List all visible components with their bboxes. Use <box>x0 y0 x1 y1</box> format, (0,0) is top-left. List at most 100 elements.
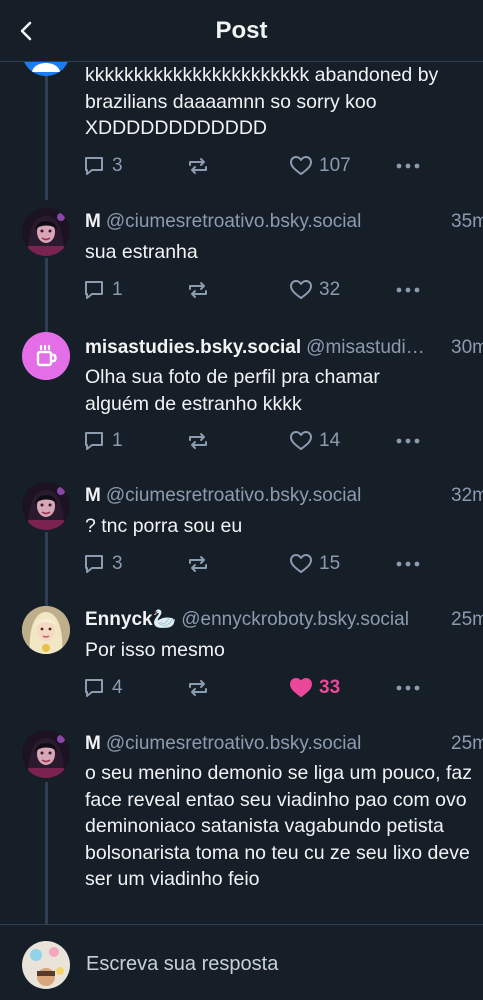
thread: kkkkkkkkkkkkkkkkkkkkkkk abandoned by bra… <box>0 62 483 924</box>
post-text: ? tnc porra sou eu <box>85 515 243 537</box>
post-header: Ennyck🦢 @ennyckroboty.bsky.social <box>85 608 483 632</box>
like-count: 32 <box>319 279 341 300</box>
avatar[interactable] <box>22 606 70 654</box>
author-name[interactable]: Ennyck🦢 <box>85 609 176 630</box>
author-handle[interactable]: @ciumesretroativo.bsky.social <box>106 211 361 232</box>
reply-count: 1 <box>112 279 123 300</box>
post-text: Olha sua foto de perfil pra chamar algué… <box>85 366 380 415</box>
post-header: misastudies.bsky.social @misastudi… <box>85 336 483 360</box>
more-dots-icon <box>396 561 420 567</box>
page-title: Post <box>215 17 268 44</box>
post-actions: 4 33 <box>82 673 442 703</box>
post-item[interactable]: kkkkkkkkkkkkkkkkkkkkkkk abandoned by bra… <box>0 62 483 192</box>
avatar[interactable] <box>22 62 70 76</box>
reply-count: 3 <box>112 155 123 176</box>
repost-icon <box>189 680 207 696</box>
repost-button[interactable] <box>186 426 210 456</box>
like-button[interactable]: 33 <box>289 673 340 703</box>
user-avatar-image <box>22 730 70 778</box>
author-handle[interactable]: @ciumesretroativo.bsky.social <box>106 733 361 754</box>
more-dots-icon <box>396 438 420 444</box>
reply-count: 1 <box>112 430 123 451</box>
author-handle[interactable]: @ciumesretroativo.bsky.social <box>106 485 361 506</box>
post-actions: 3 107 <box>82 151 442 181</box>
comment-icon <box>85 555 103 573</box>
author-name[interactable]: M <box>85 485 101 506</box>
repost-button[interactable] <box>186 673 210 703</box>
post-item[interactable]: M @ciumesretroativo.bsky.social 35m sua e… <box>0 208 483 315</box>
comment-icon <box>85 281 103 299</box>
avatar[interactable] <box>22 332 70 380</box>
author-name[interactable]: M <box>85 211 101 232</box>
post-header: M @ciumesretroativo.bsky.social <box>85 484 483 508</box>
like-count: 107 <box>319 155 351 176</box>
more-options-button[interactable] <box>394 275 422 305</box>
post-timestamp: 32m <box>451 485 483 506</box>
more-options-button[interactable] <box>394 426 422 456</box>
more-dots-icon <box>396 163 420 169</box>
comment-icon <box>85 679 103 697</box>
like-count: 15 <box>319 553 341 574</box>
coffee-cup-icon <box>22 332 70 380</box>
post-text: Por isso mesmo <box>85 639 225 661</box>
post-header: M @ciumesretroativo.bsky.social <box>85 210 483 234</box>
like-button[interactable]: 32 <box>289 275 340 305</box>
reply-composer[interactable]: Escreva sua resposta <box>0 924 483 1000</box>
repost-button[interactable] <box>186 275 210 305</box>
post-item[interactable]: Ennyck🦢 @ennyckroboty.bsky.social 25m Por… <box>0 606 483 713</box>
author-handle[interactable]: @misastudi… <box>306 337 425 358</box>
post-timestamp: 30m <box>451 337 483 358</box>
more-options-button[interactable] <box>394 673 422 703</box>
reply-button[interactable]: 1 <box>82 426 123 456</box>
reply-button[interactable]: 3 <box>82 151 123 181</box>
post-text: kkkkkkkkkkkkkkkkkkkkkkk abandoned by bra… <box>85 64 439 139</box>
repost-button[interactable] <box>186 151 210 181</box>
author-handle[interactable]: @ennyckroboty.bsky.social <box>181 609 409 630</box>
repost-icon <box>189 282 207 298</box>
like-count: 14 <box>319 430 341 451</box>
reply-input[interactable]: Escreva sua resposta <box>86 953 278 976</box>
post-actions: 1 14 <box>82 426 442 456</box>
post-item[interactable]: misastudies.bsky.social @misastudi… 30m O… <box>0 332 483 466</box>
post-timestamp: 35m <box>451 211 483 232</box>
author-name[interactable]: misastudies.bsky.social <box>85 337 301 358</box>
like-button[interactable]: 107 <box>289 151 351 181</box>
avatar[interactable] <box>22 482 70 530</box>
reply-count: 4 <box>112 677 123 698</box>
heart-icon <box>290 156 312 175</box>
heart-icon <box>290 431 312 450</box>
user-avatar-image <box>22 482 70 530</box>
user-avatar-image <box>22 606 70 654</box>
reply-button[interactable]: 1 <box>82 275 123 305</box>
like-count: 33 <box>319 677 341 698</box>
reply-count: 3 <box>112 553 123 574</box>
top-bar: Post <box>0 0 483 62</box>
repost-icon <box>189 433 207 449</box>
chevron-left-icon <box>20 21 32 41</box>
post-text: o seu menino demonio se liga um pouco, f… <box>85 762 472 890</box>
heart-icon <box>290 280 312 299</box>
more-dots-icon <box>396 287 420 293</box>
heart-filled-icon <box>290 678 312 697</box>
author-name[interactable]: M <box>85 733 101 754</box>
post-thread-screen: Post kkkkkkkkkkkkkkkkkkkkkkk abandoned b… <box>0 0 483 1000</box>
back-button[interactable] <box>14 18 40 44</box>
more-options-button[interactable] <box>394 549 422 579</box>
comment-icon <box>85 432 103 450</box>
like-button[interactable]: 14 <box>289 426 340 456</box>
more-options-button[interactable] <box>394 151 422 181</box>
repost-button[interactable] <box>186 549 210 579</box>
post-timestamp: 25m <box>451 609 483 630</box>
avatar[interactable] <box>22 208 70 256</box>
more-dots-icon <box>396 685 420 691</box>
post-header: M @ciumesretroativo.bsky.social <box>85 732 483 756</box>
repost-icon <box>189 556 207 572</box>
post-text: sua estranha <box>85 241 198 263</box>
reply-button[interactable]: 4 <box>82 673 123 703</box>
reply-button[interactable]: 3 <box>82 549 123 579</box>
like-button[interactable]: 15 <box>289 549 340 579</box>
avatar[interactable] <box>22 730 70 778</box>
post-item[interactable]: M @ciumesretroativo.bsky.social 32m ? tnc… <box>0 482 483 589</box>
current-user-avatar <box>22 941 70 989</box>
post-item[interactable]: M @ciumesretroativo.bsky.social 25m o seu… <box>0 730 483 924</box>
